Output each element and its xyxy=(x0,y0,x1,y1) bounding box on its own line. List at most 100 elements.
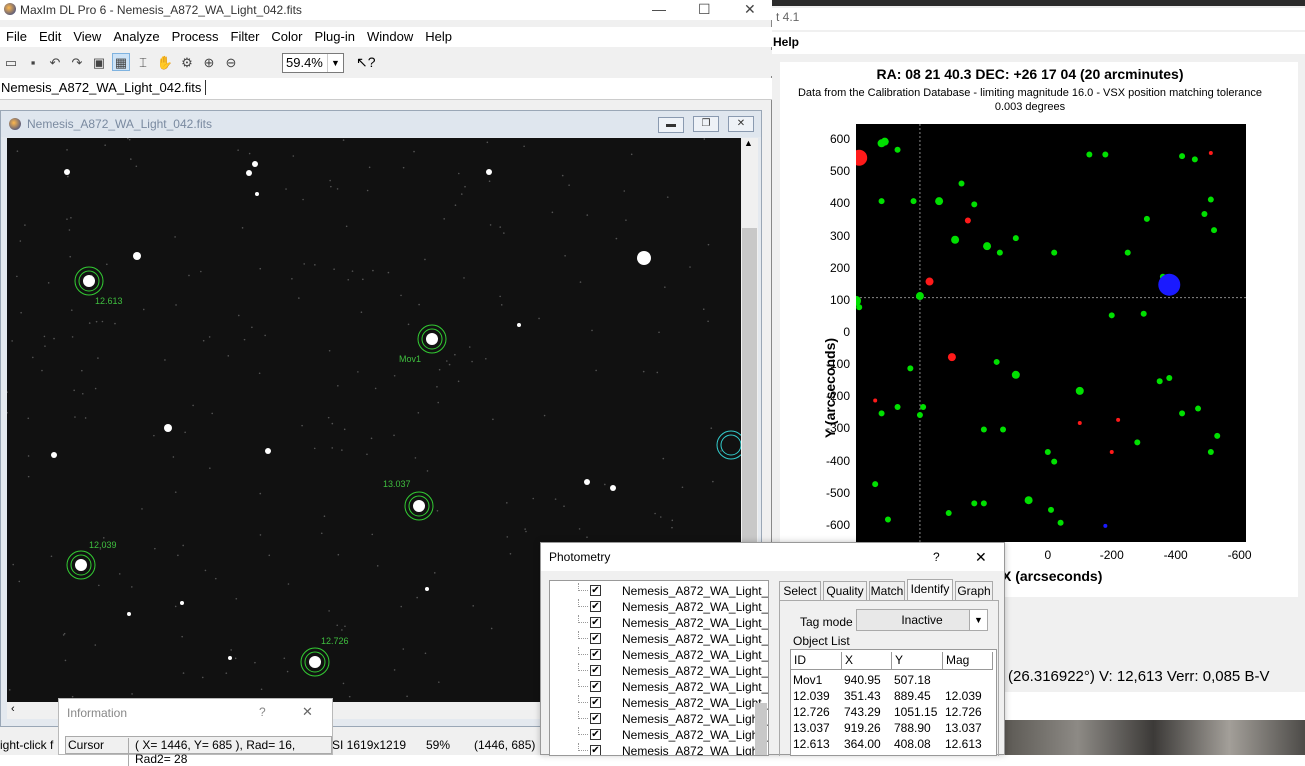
noise-dot xyxy=(62,634,65,636)
zoom-dropdown[interactable]: 59.4% ▼ xyxy=(282,53,344,73)
column-header[interactable]: Mag xyxy=(943,652,993,670)
menu-help[interactable]: Help xyxy=(772,32,1305,54)
noise-dot xyxy=(259,534,262,536)
star xyxy=(610,485,616,491)
file-list-item[interactable]: ✔ Nemesis_A872_WA_Light_ xyxy=(550,615,768,631)
open-folder-icon[interactable]: ▭ xyxy=(2,54,20,72)
data-point xyxy=(1102,151,1109,158)
tab-match[interactable]: Match xyxy=(869,581,905,601)
data-point xyxy=(915,292,924,301)
undo-icon[interactable]: ↶ xyxy=(46,54,64,72)
column-header[interactable]: ID xyxy=(791,652,842,670)
x-tick-label: -400 xyxy=(1163,548,1188,562)
noise-dot xyxy=(345,225,348,228)
screen-stretch-icon[interactable]: ▦ xyxy=(112,53,130,71)
help-pointer-icon[interactable]: ↖? xyxy=(356,54,376,71)
noise-dot xyxy=(393,374,396,377)
data-point xyxy=(1195,405,1202,412)
maxim-title-bar: MaxIm DL Pro 6 - Nemesis_A872_WA_Light_0… xyxy=(0,0,772,20)
file-checkbox[interactable]: ✔ xyxy=(590,649,601,660)
image-icon[interactable]: ▣ xyxy=(90,54,108,72)
noise-dot xyxy=(259,267,262,270)
chevron-down-icon[interactable]: ▼ xyxy=(969,610,987,630)
status-coords: (1446, 685) xyxy=(474,738,536,752)
menu-file[interactable]: File xyxy=(0,27,33,46)
save-icon[interactable]: ▪ xyxy=(24,54,42,72)
menu-plugin[interactable]: Plug-in xyxy=(309,27,361,46)
child-minimize-icon[interactable]: ▬ xyxy=(658,117,684,133)
file-checkbox[interactable]: ✔ xyxy=(590,601,601,612)
file-list-item[interactable]: ✔ Nemesis_A872_WA_Light_ xyxy=(550,711,768,727)
data-point xyxy=(1077,421,1082,426)
file-checkbox[interactable]: ✔ xyxy=(590,585,601,596)
noise-dot xyxy=(24,224,26,226)
minimize-icon[interactable]: — xyxy=(652,0,666,18)
menu-help[interactable]: Help xyxy=(419,27,458,46)
file-list-scroll-thumb[interactable] xyxy=(755,703,767,755)
file-list-item[interactable]: ✔ Nemesis_A872_WA_Light_ xyxy=(550,663,768,679)
tag-mode-dropdown[interactable]: Inactive ▼ xyxy=(856,609,988,631)
zoom-out-icon[interactable]: ⊖ xyxy=(222,54,240,72)
menu-analyze[interactable]: Analyze xyxy=(107,27,165,46)
file-list-item[interactable]: ✔ Nemesis_A872_WA_Light_ xyxy=(550,679,768,695)
file-checkbox[interactable]: ✔ xyxy=(590,729,601,740)
menu-view[interactable]: View xyxy=(67,27,107,46)
file-checkbox[interactable]: ✔ xyxy=(590,697,601,708)
info-help-button[interactable]: ? xyxy=(259,705,266,719)
object-list-table: ID X Y Mag Mov1 940.95 507.18 12.039 351.43 889.4… xyxy=(790,649,997,756)
document-tab[interactable]: Nemesis_A872_WA_Light_042.fits xyxy=(0,80,207,95)
menu-color[interactable]: Color xyxy=(265,27,308,46)
noise-dot xyxy=(11,340,13,342)
file-checkbox[interactable]: ✔ xyxy=(590,665,601,676)
menu-edit[interactable]: Edit xyxy=(33,27,67,46)
data-point xyxy=(1191,156,1198,163)
file-checkbox[interactable]: ✔ xyxy=(590,633,601,644)
child-restore-icon[interactable]: ❐ xyxy=(693,116,719,132)
info-readout: ( X= 1446, Y= 685 ), Rad= 16, Rad2= 28 xyxy=(128,738,331,766)
file-checkbox[interactable]: ✔ xyxy=(590,713,601,724)
noise-dot xyxy=(413,150,415,153)
menu-window[interactable]: Window xyxy=(361,27,419,46)
star xyxy=(252,161,258,167)
scroll-up-icon[interactable]: ▲ xyxy=(744,138,753,148)
file-list-item[interactable]: ✔ Nemesis_A872_WA_Light_ xyxy=(550,647,768,663)
crop-icon[interactable]: ⌶ xyxy=(134,54,152,72)
file-checkbox[interactable]: ✔ xyxy=(590,681,601,692)
file-list-item[interactable]: ✔ Nemesis_A872_WA_Light_ xyxy=(550,695,768,711)
menu-filter[interactable]: Filter xyxy=(225,27,266,46)
info-close-button[interactable]: ✕ xyxy=(302,704,313,720)
hand-icon[interactable]: ✋ xyxy=(156,54,174,72)
scroll-left-icon[interactable]: ‹ xyxy=(11,703,15,715)
tools-icon[interactable]: ⚙ xyxy=(178,54,196,72)
noise-dot xyxy=(457,172,460,175)
tab-select[interactable]: Select xyxy=(779,581,821,601)
menu-help-label[interactable]: Help xyxy=(773,35,799,49)
noise-dot xyxy=(182,544,184,547)
maximize-icon[interactable]: ☐ xyxy=(698,0,711,18)
tab-quality[interactable]: Quality xyxy=(823,581,867,601)
chevron-down-icon[interactable]: ▼ xyxy=(327,54,343,72)
file-list-item[interactable]: ✔ Nemesis_A872_WA_Light_ xyxy=(550,583,768,599)
noise-dot xyxy=(416,596,418,599)
file-list-item[interactable]: ✔ Nemesis_A872_WA_Light_ xyxy=(550,599,768,615)
tag-mode-label: Tag mode xyxy=(800,615,853,629)
file-list-item[interactable]: ✔ Nemesis_A872_WA_Light_ xyxy=(550,743,768,755)
close-icon[interactable]: ✕ xyxy=(744,0,756,18)
zoom-in-icon[interactable]: ⊕ xyxy=(200,54,218,72)
file-list-item[interactable]: ✔ Nemesis_A872_WA_Light_ xyxy=(550,631,768,647)
file-checkbox[interactable]: ✔ xyxy=(590,745,601,755)
noise-dot xyxy=(400,294,402,297)
child-close-icon[interactable]: ✕ xyxy=(728,116,754,132)
tab-identify[interactable]: Identify xyxy=(907,579,953,601)
data-point xyxy=(1158,273,1181,296)
redo-icon[interactable]: ↷ xyxy=(68,54,86,72)
file-list-item[interactable]: ✔ Nemesis_A872_WA_Light_ xyxy=(550,727,768,743)
tab-graph[interactable]: Graph xyxy=(955,581,993,601)
column-header[interactable]: X xyxy=(842,652,892,670)
menu-process[interactable]: Process xyxy=(166,27,225,46)
noise-dot xyxy=(437,401,440,404)
noise-dot xyxy=(131,586,133,588)
data-point xyxy=(1012,235,1019,242)
column-header[interactable]: Y xyxy=(892,652,943,670)
file-checkbox[interactable]: ✔ xyxy=(590,617,601,628)
